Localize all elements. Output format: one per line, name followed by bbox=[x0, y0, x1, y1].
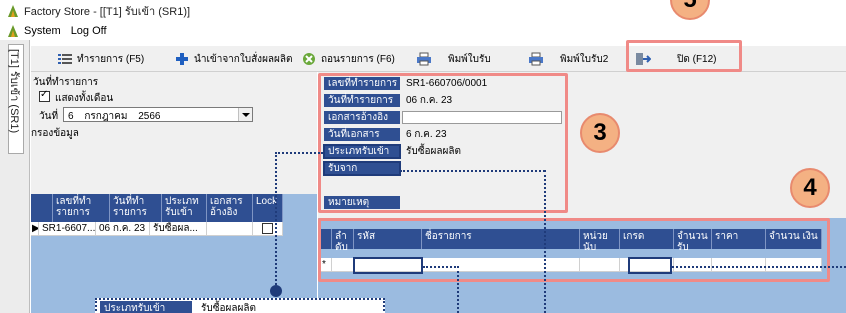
focus-box-code bbox=[353, 257, 423, 274]
connector-code-down bbox=[457, 266, 459, 313]
header-ref[interactable]: เอกสาร อ้างอิง bbox=[207, 194, 253, 222]
header-type[interactable]: ประเภท รับเข้า bbox=[162, 194, 207, 222]
title-bar: Factory Store - [[T1] รับเข้า (SR1)] bbox=[0, 0, 846, 22]
focus-box-receive-type bbox=[323, 144, 401, 159]
do-transaction-label: ทำรายการ (F5) bbox=[77, 53, 145, 65]
date-label: วันที่ bbox=[39, 111, 59, 122]
cancel-icon bbox=[303, 53, 315, 65]
highlight-box-header-fields bbox=[318, 73, 568, 213]
printer-icon bbox=[529, 52, 543, 66]
callout-3: 3 bbox=[580, 113, 620, 153]
date-picker[interactable]: 6 กรกฎาคม 2566 bbox=[63, 107, 253, 122]
row-doc-no[interactable]: SR1-6607... bbox=[39, 222, 96, 236]
menu-system[interactable]: System bbox=[24, 25, 61, 37]
row-selector-icon[interactable]: ▶ bbox=[31, 222, 39, 236]
app-menu-icon[interactable] bbox=[6, 24, 20, 38]
lock-checkbox[interactable] bbox=[262, 223, 273, 234]
date-year: 2566 bbox=[138, 111, 161, 122]
show-all-month-checkbox[interactable] bbox=[39, 89, 50, 102]
window-title: Factory Store - [[T1] รับเข้า (SR1)] bbox=[24, 6, 191, 18]
printer-icon bbox=[417, 52, 431, 66]
popup-preview-label: ประเภทรับเข้า bbox=[100, 301, 192, 313]
receipts-grid-corner bbox=[31, 194, 53, 222]
connector-dot bbox=[270, 285, 282, 297]
print-receipt-button[interactable]: พิมพ์ใบรับ bbox=[416, 50, 491, 68]
import-from-order-button[interactable]: นำเข้าจากใบสั่งผลผลิต bbox=[174, 50, 293, 68]
vertical-tab-strip: [T1] รับเข้า (SR1) bbox=[0, 40, 30, 313]
plus-icon bbox=[176, 53, 188, 65]
cancel-transaction-button[interactable]: ถอนรายการ (F6) bbox=[301, 50, 395, 68]
import-from-order-label: นำเข้าจากใบสั่งผลผลิต bbox=[194, 53, 293, 65]
connector-grade bbox=[672, 266, 846, 268]
do-transaction-button[interactable]: ทำรายการ (F5) bbox=[57, 50, 144, 68]
connector-code bbox=[423, 266, 459, 268]
filter-title: กรองข้อมูล bbox=[31, 128, 79, 139]
app-logo-icon bbox=[8, 5, 18, 17]
date-month: กรกฎาคม bbox=[84, 111, 128, 122]
list-icon bbox=[58, 54, 72, 64]
popup-preview: ประเภทรับเข้า รับซื้อผลผลิต bbox=[95, 298, 385, 313]
print-receipt2-button[interactable]: พิมพ์ใบรับ2 bbox=[528, 50, 608, 68]
print-receipt-label: พิมพ์ใบรับ bbox=[448, 53, 491, 65]
focus-box-grade bbox=[628, 257, 672, 274]
row-type[interactable]: รับซื้อผล... bbox=[150, 222, 207, 236]
header-lock[interactable]: Lock bbox=[253, 194, 283, 222]
connector-receive-type-down bbox=[275, 152, 277, 292]
popup-preview-value: รับซื้อผลผลิต bbox=[201, 303, 256, 313]
menu-log-off[interactable]: Log Off bbox=[71, 25, 107, 37]
header-date[interactable]: วันที่ทำ รายการ bbox=[110, 194, 162, 222]
date-group-title: วันที่ทำรายการ bbox=[33, 77, 99, 88]
chevron-down-icon[interactable] bbox=[238, 108, 252, 121]
focus-box-receive-from bbox=[323, 161, 401, 176]
date-day: 6 bbox=[68, 111, 74, 122]
row-date[interactable]: 06 ก.ค. 23 bbox=[96, 222, 150, 236]
row-ref[interactable] bbox=[207, 222, 253, 236]
cancel-transaction-label: ถอนรายการ (F6) bbox=[321, 53, 395, 65]
tab-receive-sr1[interactable]: [T1] รับเข้า (SR1) bbox=[8, 44, 24, 154]
header-doc-no[interactable]: เลขที่ทำ รายการ bbox=[53, 194, 110, 222]
print-receipt2-label: พิมพ์ใบรับ2 bbox=[560, 53, 609, 65]
callout-4: 4 bbox=[790, 168, 830, 208]
connector-receive-type bbox=[275, 152, 323, 154]
show-all-month-label: แสดงทั้งเดือน bbox=[55, 93, 114, 104]
menu-bar: System Log Off bbox=[0, 22, 846, 40]
highlight-box-close bbox=[626, 40, 742, 72]
connector-receive-from bbox=[400, 170, 545, 172]
row-lock[interactable] bbox=[253, 222, 283, 236]
connector-receive-from-down bbox=[544, 170, 546, 313]
